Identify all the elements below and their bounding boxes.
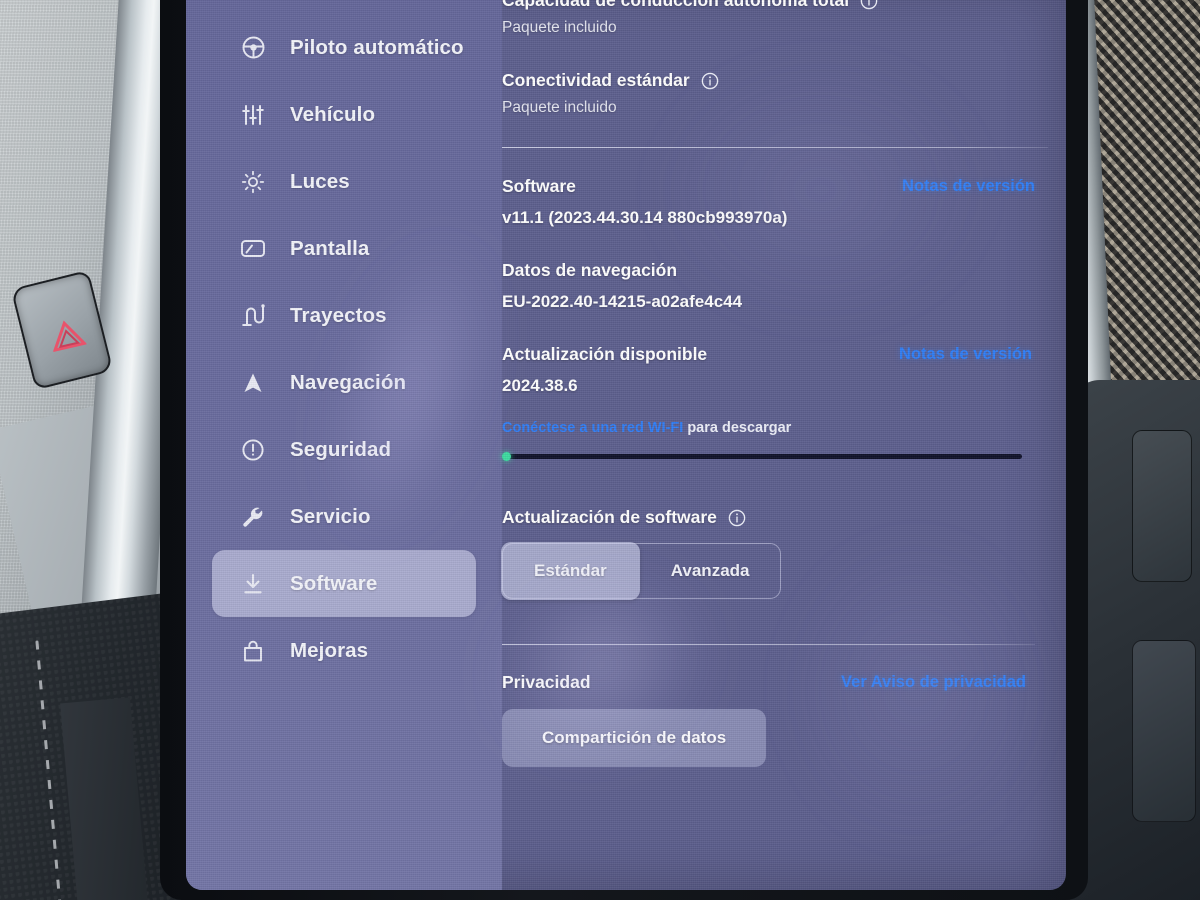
wifi-connect-link[interactable]: Conéctese a una red WI-FI [502,420,683,436]
wrench-icon [238,505,268,529]
autonomy-value: Paquete incluido [502,19,617,36]
privacy-notice-link[interactable]: Ver Aviso de privacidad [841,673,1026,692]
sidebar-item-piloto-automatico[interactable]: Piloto automático [212,14,476,81]
row-software-update-mode: Actualización de software Estándar Avanz… [501,507,1035,600]
update-release-notes-link[interactable]: Notas de versión [899,345,1032,364]
sidebar-item-vehiculo[interactable]: Vehículo [212,81,476,148]
sidebar-item-label: Mejoras [290,638,369,662]
software-update-title: Actualización de software [502,507,717,527]
sidebar-item-pantalla[interactable]: Pantalla [212,215,476,282]
software-settings-panel: Capacidad de conducción autónoma total P… [501,0,1066,890]
privacy-title: Privacidad [502,672,591,692]
sidebar-item-seguridad[interactable]: Seguridad [212,416,476,483]
sidebar-item-label: Seguridad [290,437,392,461]
connectivity-title-row: Conectividad estándar [502,70,1035,91]
brightness-sun-icon [238,170,268,194]
alert-circle-icon [238,438,268,462]
sidebar-item-label: Pantalla [290,236,370,260]
update-mode-option-avanzada[interactable]: Avanzada [640,544,781,598]
door-control-right-upper[interactable] [1132,430,1192,582]
info-circle-icon[interactable] [860,0,878,10]
info-circle-icon[interactable] [701,72,719,90]
touchscreen-display: Carga Piloto automático [186,0,1066,890]
steering-wheel-icon [238,35,268,60]
navigation-arrow-icon [238,371,268,395]
row-nav-data: Datos de navegación EU-2022.40-14215-a02… [502,260,1035,312]
update-mode-option-estandar[interactable]: Estándar [501,542,640,600]
info-circle-icon[interactable] [728,509,746,527]
software-release-notes-link[interactable]: Notas de versión [902,177,1035,196]
sidebar-item-label: Trayectos [290,303,387,327]
door-control-right-lower[interactable] [1132,640,1196,822]
update-version-value: 2024.38.6 [502,376,578,395]
progress-indicator-dot [502,452,511,461]
software-update-title-row: Actualización de software [502,507,1035,528]
row-software: Software Notas de versión v11.1 (2023.44… [502,176,1035,228]
connectivity-title: Conectividad estándar [502,70,690,90]
data-sharing-button[interactable]: Compartición de datos [502,709,767,767]
sidebar-item-trayectos[interactable]: Trayectos [212,282,476,349]
wifi-hint: Conéctese a una red WI-FI para descargar [502,420,1035,436]
winding-road-icon [238,303,268,328]
sidebar-item-label: Piloto automático [290,35,464,59]
nav-data-value: EU-2022.40-14215-a02afe4c44 [502,292,743,311]
software-title: Software [502,176,576,196]
sidebar-item-servicio[interactable]: Servicio [212,483,476,550]
row-autonomy: Capacidad de conducción autónoma total P… [502,0,1035,37]
autonomy-title-row: Capacidad de conducción autónoma total [502,0,1035,11]
sidebar-item-label: Luces [290,169,350,193]
software-version-value: v11.1 (2023.44.30.14 880cb993970a) [502,208,788,227]
download-progress-bar [502,452,1022,461]
sidebar-item-label: Software [290,571,378,595]
update-available-title: Actualización disponible [502,344,708,364]
autonomy-title: Capacidad de conducción autónoma total [502,0,850,10]
photo-of-tesla-touchscreen: Carga Piloto automático [0,0,1200,900]
sidebar-item-navegacion[interactable]: Navegación [212,349,476,416]
download-icon [238,572,268,596]
sliders-icon [238,103,268,127]
sidebar-item-luces[interactable]: Luces [212,148,476,215]
shopping-bag-icon [238,639,268,663]
progress-track [502,454,1022,459]
settings-sidebar: Carga Piloto automático [186,0,502,890]
divider [502,644,1035,645]
divider [502,147,1048,148]
row-privacy: Privacidad Ver Aviso de privacidad Compa… [502,672,1035,767]
display-icon [238,238,268,259]
sidebar-item-mejoras[interactable]: Mejoras [212,617,476,684]
row-connectivity: Conectividad estándar Paquete incluido [502,70,1035,117]
nav-data-title: Datos de navegación [502,260,678,280]
update-mode-segmented-control: Estándar Avanzada [501,542,782,600]
sidebar-item-label: Vehículo [290,102,376,126]
row-update-available: Actualización disponible Notas de versió… [502,344,1035,461]
sidebar-item-software[interactable]: Software [212,550,476,617]
sidebar-item-label: Servicio [290,504,371,528]
connectivity-value: Paquete incluido [502,99,617,116]
wifi-hint-rest: para descargar [683,420,792,436]
sidebar-item-label: Navegación [290,370,407,394]
